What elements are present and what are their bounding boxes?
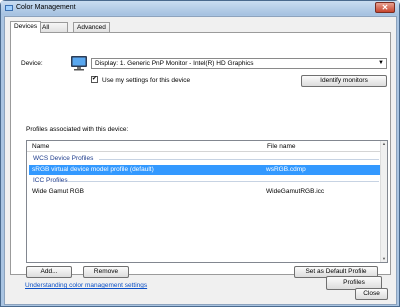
scroll-down-icon[interactable]: ▼ [381,256,387,262]
use-my-settings-label: Use my settings for this device [102,77,191,84]
list-header: Name File name [27,141,387,152]
tab-advanced[interactable]: Advanced [73,22,110,32]
profiles-list[interactable]: Name File name WCS Device Profiles sRGB … [26,140,388,263]
window-title: Color Management [16,4,76,11]
profiles-section-label: Profiles associated with this device: [26,126,129,133]
profile-name: sRGB virtual device model profile (defau… [32,166,154,173]
group-header-icc: ICC Profiles [33,177,68,184]
profile-row-srgb[interactable]: sRGB virtual device model profile (defau… [29,165,380,175]
device-label: Device: [21,60,43,67]
column-header-file-name[interactable]: File name [267,143,296,150]
group-divider [67,181,379,182]
use-my-settings-checkbox[interactable]: ✔ [91,76,98,83]
group-divider [99,159,379,160]
close-button[interactable]: Close [355,288,388,300]
title-bar[interactable]: Color Management ✕ [1,1,399,15]
tab-devices[interactable]: Devices [10,21,42,33]
monitor-icon [71,56,87,71]
profile-file: wsRGB.cdmp [266,166,306,173]
chevron-down-icon: ▼ [378,60,384,66]
window-close-button[interactable]: ✕ [375,2,395,13]
group-header-wcs: WCS Device Profiles [33,155,94,162]
add-profile-button[interactable]: Add... [26,266,72,278]
profile-file: WideGamutRGB.icc [266,188,325,195]
tab-label: Advanced [77,24,106,31]
profile-name: Wide Gamut RGB [32,188,85,195]
color-management-window: Color Management ✕ Devices All Profiles … [0,0,400,307]
identify-monitors-button[interactable]: Identify monitors [301,75,387,87]
list-scrollbar[interactable]: ▲ ▼ [380,141,387,262]
column-header-name[interactable]: Name [32,143,49,150]
remove-profile-button[interactable]: Remove [83,266,129,278]
profile-row-wide-gamut[interactable]: Wide Gamut RGB WideGamutRGB.icc [29,187,380,197]
color-management-icon [5,5,13,11]
device-select[interactable]: Display: 1. Generic PnP Monitor - Intel(… [91,58,387,69]
help-link[interactable]: Understanding color management settings [25,282,147,289]
tab-label: Devices [14,23,38,30]
device-select-value: Display: 1. Generic PnP Monitor - Intel(… [95,60,254,67]
dialog-client-area: Devices All Profiles Advanced Device: Di… [4,16,397,305]
scroll-up-icon[interactable]: ▲ [381,141,387,147]
devices-tab-panel: Device: Display: 1. Generic PnP Monitor … [10,32,391,278]
tab-all-profiles[interactable]: All Profiles [38,22,68,40]
